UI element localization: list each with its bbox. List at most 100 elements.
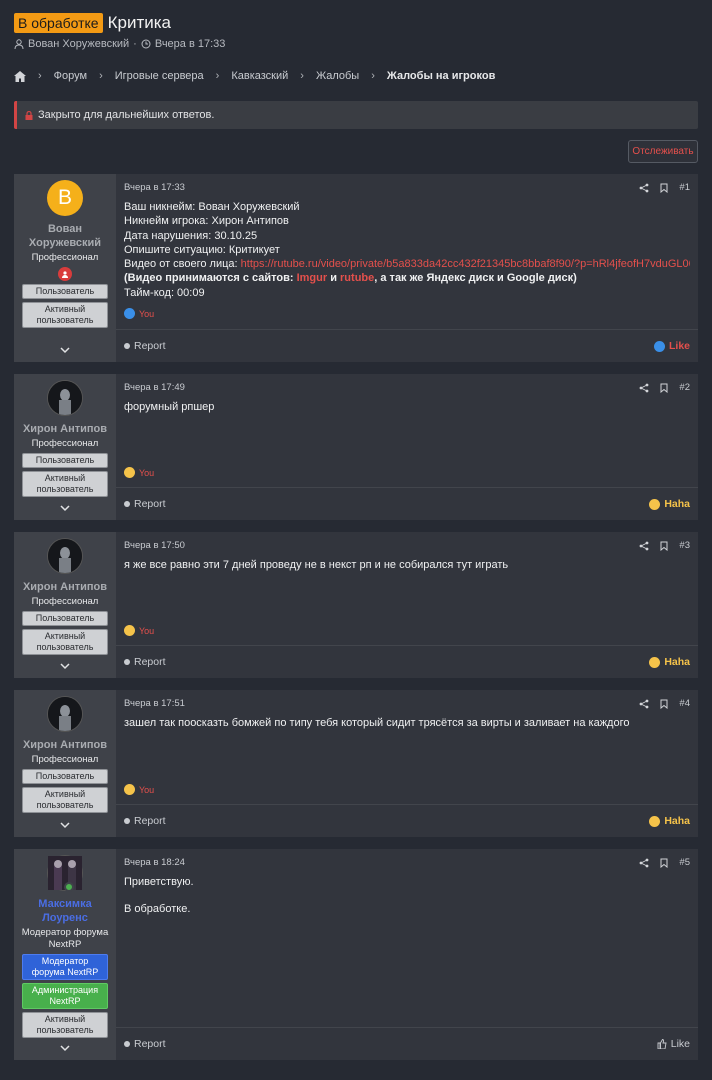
rutube-link[interactable]: rutube [340, 272, 374, 284]
watch-button[interactable]: Отслеживать [628, 140, 698, 163]
note-text: (Видео принимаются с сайтов: [124, 272, 297, 285]
post-user-block: Хирон Антипов Профессионал Пользователь … [14, 690, 116, 837]
breadcrumb-current[interactable]: Жалобы на игроков [387, 70, 495, 82]
video-label: Видео от своего лица: [124, 258, 241, 271]
username[interactable]: Хирон Антипов [17, 738, 113, 752]
user-icon [14, 39, 24, 49]
haha-label: Haha [664, 656, 690, 668]
post-date[interactable]: Вчера в 17:33 [124, 182, 185, 193]
report-button[interactable]: Report [124, 340, 166, 352]
post-body: Приветствую. В обработке. [124, 875, 690, 917]
like-button[interactable]: Like [653, 340, 690, 352]
user-title: Профессионал [31, 596, 99, 607]
post-body: я же все равно эти 7 дней проведу не в н… [124, 558, 690, 572]
avatar[interactable]: В [47, 180, 83, 216]
post-text: зашел так поосказть бомжей по типу тебя … [124, 717, 630, 729]
user-title: Профессионал [31, 252, 99, 263]
user-badge: Пользователь [22, 769, 108, 784]
report-label: Report [134, 815, 166, 827]
post-body: зашел так поосказть бомжей по типу тебя … [124, 716, 690, 730]
share-icon[interactable] [639, 183, 649, 193]
imgur-link[interactable]: Imgur [297, 272, 328, 284]
reaction-user[interactable]: You [139, 468, 154, 478]
reaction-summary[interactable]: You [124, 784, 154, 795]
breadcrumb-server[interactable]: Кавказский [231, 70, 288, 82]
like-button[interactable]: Like [657, 1038, 690, 1050]
reaction-user[interactable]: You [139, 785, 154, 795]
post-user-block: Хирон Антипов Профессионал Пользователь … [14, 374, 116, 520]
closed-notice-text: Закрыто для дальнейших ответов. [38, 109, 215, 121]
user-badge: Активный пользователь [22, 471, 108, 497]
report-label: Report [134, 656, 166, 668]
home-icon[interactable] [14, 70, 26, 82]
breadcrumb-complaints[interactable]: Жалобы [316, 70, 359, 82]
post-date[interactable]: Вчера в 17:51 [124, 698, 185, 709]
bookmark-icon[interactable] [659, 383, 669, 393]
bookmark-icon[interactable] [659, 183, 669, 193]
post-footer: Report Haha [116, 487, 698, 520]
share-icon[interactable] [639, 858, 649, 868]
avatar[interactable] [47, 380, 83, 416]
post-user-block: В Вован Хоружевский Профессионал Пользов… [14, 174, 116, 362]
reaction-summary[interactable]: You [124, 467, 154, 478]
user-badge: Активный пользователь [22, 302, 108, 328]
online-status-icon [64, 882, 74, 892]
post-body: форумный рпшер [124, 400, 690, 414]
thread-author[interactable]: Вован Хоружевский [28, 38, 129, 50]
post-number[interactable]: #3 [679, 540, 690, 551]
post-number[interactable]: #4 [679, 698, 690, 709]
reaction-user[interactable]: You [139, 309, 154, 319]
bookmark-icon[interactable] [659, 858, 669, 868]
post-text: В обработке. [124, 903, 191, 916]
thread-date[interactable]: Вчера в 17:33 [155, 38, 226, 50]
username[interactable]: Хирон Антипов [17, 580, 113, 594]
post-date[interactable]: Вчера в 17:49 [124, 382, 185, 393]
user-badge: Активный пользователь [22, 1012, 108, 1038]
post-number[interactable]: #5 [679, 857, 690, 868]
avatar[interactable] [47, 855, 83, 892]
haha-button[interactable]: Haha [649, 498, 690, 510]
thumbs-up-icon [657, 1039, 667, 1049]
chevron-down-icon[interactable] [59, 1042, 71, 1054]
username[interactable]: Хирон Антипов [17, 422, 113, 436]
chevron-down-icon[interactable] [59, 660, 71, 672]
share-icon[interactable] [639, 383, 649, 393]
post-body: Ваш никнейм: Вован Хоружевский Никнейм и… [124, 200, 690, 300]
report-button[interactable]: Report [124, 656, 166, 668]
like-reaction-icon [653, 340, 665, 352]
chevron-down-icon[interactable] [59, 502, 71, 514]
post-date[interactable]: Вчера в 17:50 [124, 540, 185, 551]
chevron-right-icon: › [215, 70, 220, 82]
bookmark-icon[interactable] [659, 699, 669, 709]
chevron-down-icon[interactable] [59, 819, 71, 831]
username[interactable]: Максимка Лоуренс [14, 897, 116, 925]
bookmark-icon[interactable] [659, 541, 669, 551]
username[interactable]: Вован Хоружевский [14, 222, 116, 250]
report-button[interactable]: Report [124, 498, 166, 510]
report-icon [124, 818, 130, 824]
post-date[interactable]: Вчера в 18:24 [124, 857, 185, 868]
reaction-summary[interactable]: You [124, 308, 154, 319]
breadcrumb-forum[interactable]: Форум [54, 70, 87, 82]
report-button[interactable]: Report [124, 815, 166, 827]
post-number[interactable]: #1 [679, 182, 690, 193]
avatar[interactable] [47, 696, 83, 732]
avatar[interactable] [47, 538, 83, 574]
haha-button[interactable]: Haha [649, 815, 690, 827]
share-icon[interactable] [639, 699, 649, 709]
reaction-user[interactable]: You [139, 626, 154, 636]
haha-button[interactable]: Haha [649, 656, 690, 668]
reaction-summary[interactable]: You [124, 625, 154, 636]
thread-prefix-badge[interactable]: В обработке [14, 13, 103, 33]
breadcrumb-servers[interactable]: Игровые сервера [115, 70, 204, 82]
report-button[interactable]: Report [124, 1038, 166, 1050]
share-icon[interactable] [639, 541, 649, 551]
post-line: Ваш никнейм: Вован Хоружевский [124, 201, 300, 213]
note-text: , а так же Яндекс диск и Google диск) [374, 272, 577, 285]
post: Хирон Антипов Профессионал Пользователь … [14, 690, 698, 837]
post: Хирон Антипов Профессионал Пользователь … [14, 532, 698, 678]
video-link[interactable]: https://rutube.ru/video/private/b5a833da… [241, 258, 690, 270]
chevron-down-icon[interactable] [59, 344, 71, 356]
post-number[interactable]: #2 [679, 382, 690, 393]
user-badge: Пользователь [22, 453, 108, 468]
